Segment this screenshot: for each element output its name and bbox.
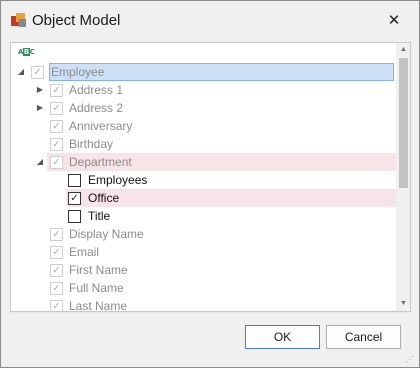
dialog-title: Object Model — [32, 12, 121, 29]
collapse-arrow-icon[interactable]: ◢ — [36, 158, 44, 166]
tree-row[interactable]: ✓ Anniversary — [11, 117, 396, 135]
checkmark-icon: ✓ — [52, 247, 61, 258]
row-label: Last Name — [69, 299, 128, 312]
row-label: Birthday — [69, 137, 114, 151]
checkmark-icon: ✓ — [70, 193, 79, 204]
tree-row[interactable]: ✓ Full Name — [11, 279, 396, 297]
row-label: Department — [69, 155, 132, 169]
row-label: Office — [88, 191, 120, 205]
tree-row[interactable]: ✓ Birthday — [11, 135, 396, 153]
row-label: Employees — [88, 173, 148, 187]
object-model-app-icon — [11, 13, 26, 28]
row-checkbox[interactable]: ✓ — [50, 300, 63, 312]
tree-row[interactable]: ✓ Office — [11, 189, 396, 207]
row-checkbox[interactable]: ✓ — [50, 282, 63, 295]
checkmark-icon: ✓ — [52, 139, 61, 150]
tree-row[interactable]: ◢ ✓ Employee — [11, 63, 396, 81]
title-bar[interactable]: Object Model ✕ — [1, 1, 419, 39]
checkmark-icon: ✓ — [52, 85, 61, 96]
tree-header: ABC — [11, 43, 396, 61]
checkmark-icon: ✓ — [33, 67, 42, 78]
expand-arrow-icon[interactable]: ▶ — [36, 104, 44, 112]
checkmark-icon: ✓ — [52, 121, 61, 132]
row-checkbox[interactable]: ✓ — [50, 264, 63, 277]
tree-row[interactable]: Title — [11, 207, 396, 225]
scroll-thumb[interactable] — [399, 58, 408, 188]
object-model-dialog: Object Model ✕ ABC ◢ ✓ Employee ▶ ✓ Address 1… — [0, 0, 420, 368]
checkmark-icon: ✓ — [52, 229, 61, 240]
tree-row[interactable]: ◢ ✓ Department — [11, 153, 396, 171]
checkmark-icon: ✓ — [52, 265, 61, 276]
resize-grip-icon[interactable]: ⋰ — [406, 355, 416, 365]
row-checkbox[interactable]: ✓ — [31, 66, 44, 79]
ok-button[interactable]: OK — [245, 325, 320, 349]
scroll-down-arrow-icon[interactable]: ▼ — [396, 297, 410, 311]
row-label: First Name — [69, 263, 128, 277]
tree-row[interactable]: ✓ First Name — [11, 261, 396, 279]
cancel-button[interactable]: Cancel — [326, 325, 401, 349]
row-checkbox[interactable]: ✓ — [50, 156, 63, 169]
row-label: Anniversary — [69, 119, 133, 133]
row-checkbox[interactable] — [68, 174, 81, 187]
row-label: Email — [69, 245, 100, 259]
row-checkbox[interactable]: ✓ — [50, 102, 63, 115]
expand-arrow-icon[interactable]: ▶ — [36, 86, 44, 94]
row-checkbox[interactable]: ✓ — [68, 192, 81, 205]
close-button[interactable]: ✕ — [381, 9, 407, 31]
row-label: Address 1 — [69, 83, 124, 97]
row-checkbox[interactable]: ✓ — [50, 138, 63, 151]
checkmark-icon: ✓ — [52, 157, 61, 168]
row-checkbox[interactable]: ✓ — [50, 228, 63, 241]
tree-row[interactable]: ✓ Last Name — [11, 297, 396, 312]
tree-row[interactable]: ✓ Email — [11, 243, 396, 261]
footer-divider — [10, 312, 411, 313]
row-label: Title — [88, 209, 111, 223]
checkmark-icon: ✓ — [52, 283, 61, 294]
collapse-arrow-icon[interactable]: ◢ — [17, 68, 25, 76]
alphabetical-sort-icon[interactable]: ABC — [18, 48, 35, 56]
checkmark-icon: ✓ — [52, 103, 61, 114]
row-label: Display Name — [69, 227, 144, 241]
close-icon: ✕ — [387, 12, 401, 29]
row-checkbox[interactable]: ✓ — [50, 84, 63, 97]
row-label: Address 2 — [69, 101, 124, 115]
tree-row[interactable]: ▶ ✓ Address 2 — [11, 99, 396, 117]
row-label: Full Name — [69, 281, 124, 295]
row-checkbox[interactable]: ✓ — [50, 246, 63, 259]
row-checkbox[interactable] — [68, 210, 81, 223]
tree-row[interactable]: Employees — [11, 171, 396, 189]
tree-row[interactable]: ▶ ✓ Address 1 — [11, 81, 396, 99]
tree-row[interactable]: ✓ Display Name — [11, 225, 396, 243]
object-tree[interactable]: ABC ◢ ✓ Employee ▶ ✓ Address 1 ▶ ✓ Address 2 ✓ Ann… — [10, 42, 411, 312]
scroll-up-arrow-icon[interactable]: ▲ — [396, 43, 410, 57]
row-checkbox[interactable]: ✓ — [50, 120, 63, 133]
checkmark-icon: ✓ — [52, 301, 61, 312]
vertical-scrollbar[interactable]: ▲ ▼ — [396, 43, 410, 311]
row-label: Employee — [51, 65, 105, 79]
